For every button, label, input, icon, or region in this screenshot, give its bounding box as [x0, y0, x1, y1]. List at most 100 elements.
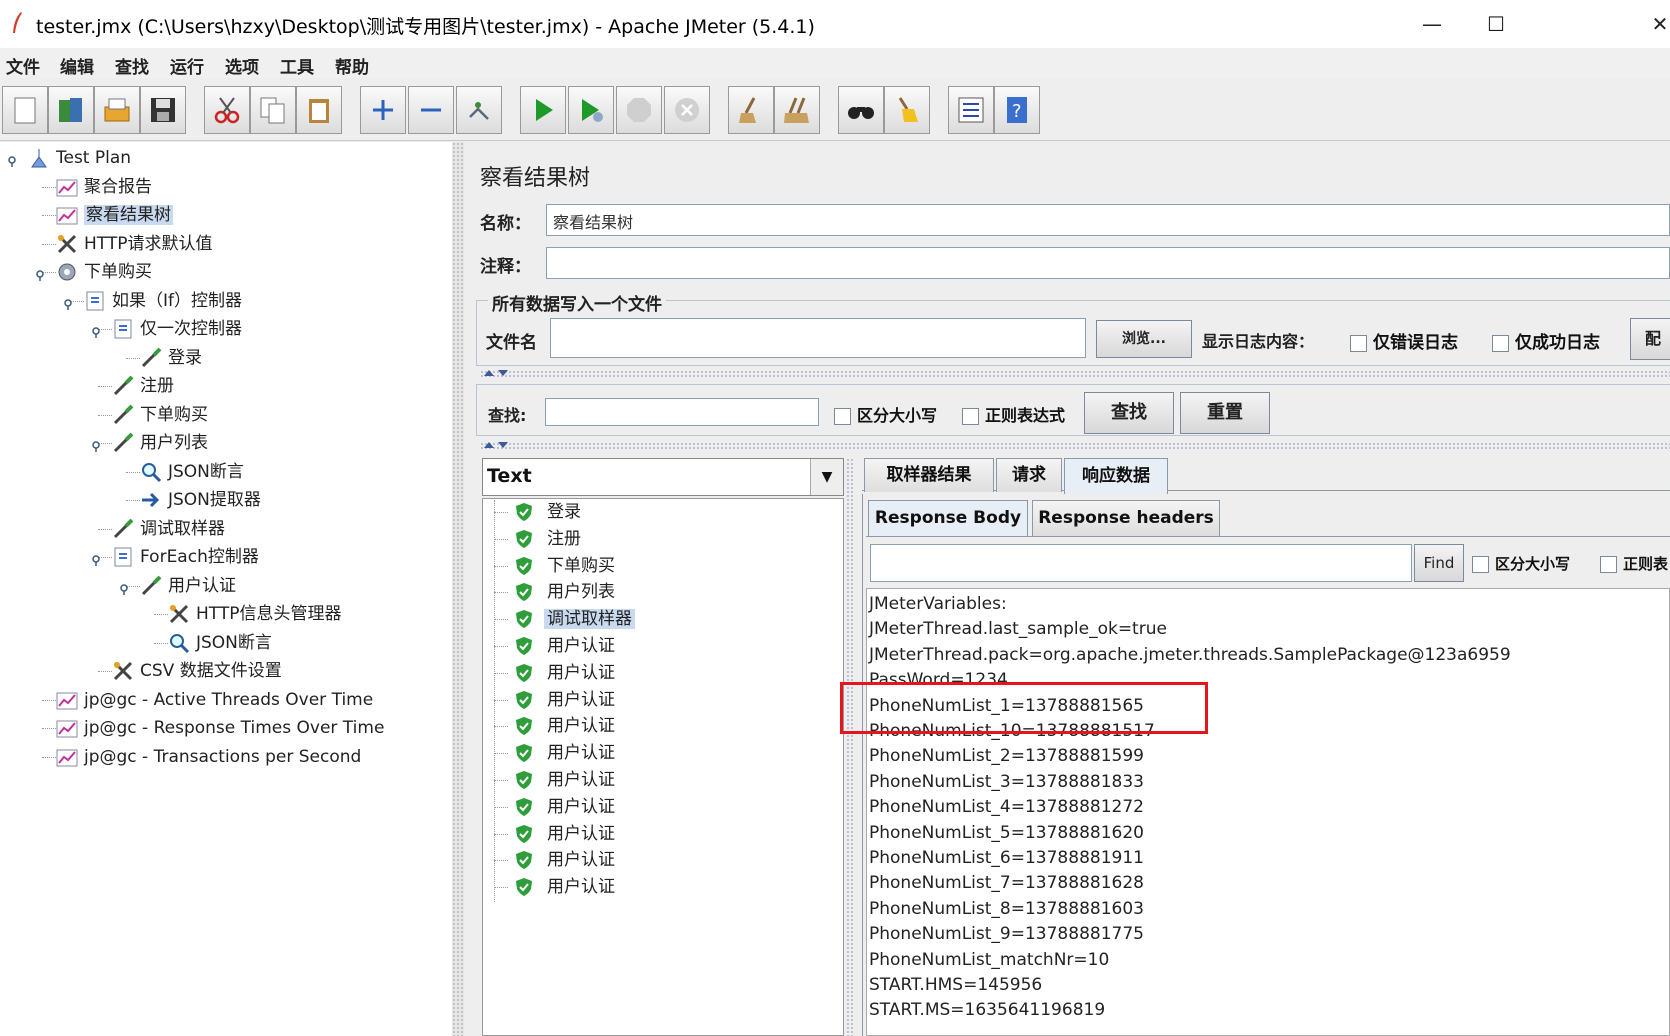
- tree-node[interactable]: 聚合报告: [56, 175, 152, 199]
- name-field[interactable]: 察看结果树: [546, 204, 1670, 236]
- search-button[interactable]: [838, 86, 884, 134]
- menu-edit[interactable]: 编辑: [60, 53, 94, 78]
- result-item[interactable]: 用户认证: [516, 688, 618, 712]
- result-item[interactable]: 用户认证: [516, 768, 618, 792]
- start-button[interactable]: [520, 86, 566, 134]
- menu-options[interactable]: 选项: [225, 53, 259, 78]
- comment-field[interactable]: [546, 247, 1670, 279]
- search-input[interactable]: [545, 398, 819, 426]
- result-item[interactable]: 用户认证: [516, 714, 618, 738]
- cut-button[interactable]: [204, 86, 250, 134]
- tree-node[interactable]: ForEach控制器: [112, 545, 259, 569]
- result-item[interactable]: 用户列表: [516, 580, 618, 604]
- response-body-text[interactable]: JMeterVariables: JMeterThread.last_sample…: [866, 588, 1670, 1036]
- result-item[interactable]: 下单购买: [516, 554, 618, 578]
- tree-node[interactable]: 察看结果树: [56, 203, 173, 227]
- tree-node[interactable]: jp@gc - Active Threads Over Time: [56, 688, 373, 712]
- expand-button[interactable]: [360, 86, 406, 134]
- subtab-response-body[interactable]: Response Body: [868, 500, 1028, 536]
- shutdown-button[interactable]: [664, 86, 710, 134]
- body-case-checkbox[interactable]: 区分大小写: [1472, 553, 1570, 574]
- save-button[interactable]: [140, 86, 186, 134]
- result-splitter[interactable]: [846, 458, 854, 1036]
- success-only-checkbox[interactable]: 仅成功日志: [1492, 328, 1600, 353]
- tree-node[interactable]: jp@gc - Transactions per Second: [56, 745, 361, 769]
- function-helper-button[interactable]: [948, 86, 994, 134]
- result-item[interactable]: 登录: [516, 500, 584, 524]
- split-arrows-icon[interactable]: [482, 368, 512, 378]
- collapse-button[interactable]: [408, 86, 454, 134]
- maximize-button[interactable]: ☐: [1476, 10, 1516, 38]
- reset-button[interactable]: 重置: [1180, 392, 1270, 434]
- tree-expander-icon[interactable]: [92, 552, 102, 566]
- tree-node[interactable]: jp@gc - Response Times Over Time: [56, 716, 384, 740]
- tab-sampler-result[interactable]: 取样器结果: [864, 458, 994, 492]
- find-button[interactable]: 查找: [1084, 392, 1174, 434]
- tree-node[interactable]: CSV 数据文件设置: [112, 659, 282, 683]
- body-case-box[interactable]: [1472, 556, 1489, 573]
- case-sensitive-checkbox[interactable]: 区分大小写: [834, 402, 937, 426]
- tree-node[interactable]: 用户列表: [112, 431, 208, 455]
- result-item[interactable]: 用户认证: [516, 822, 618, 846]
- tree-node[interactable]: 下单购买: [112, 403, 208, 427]
- clear-all-button[interactable]: [774, 86, 820, 134]
- tree-expander-icon[interactable]: [36, 267, 46, 281]
- tree-expander-icon[interactable]: [92, 438, 102, 452]
- tree-node[interactable]: HTTP信息头管理器: [168, 602, 342, 626]
- result-item[interactable]: 用户认证: [516, 741, 618, 765]
- regex-checkbox[interactable]: 正则表达式: [962, 402, 1065, 426]
- tree-node[interactable]: Test Plan: [28, 146, 131, 170]
- body-regex-checkbox[interactable]: 正则表: [1600, 553, 1668, 574]
- close-button[interactable]: ✕: [1640, 10, 1670, 38]
- body-search-input[interactable]: [870, 544, 1412, 582]
- tree-node[interactable]: HTTP请求默认值: [56, 232, 213, 256]
- tree-expander-icon[interactable]: [120, 581, 130, 595]
- start-no-pause-button[interactable]: [568, 86, 614, 134]
- menu-help[interactable]: 帮助: [335, 53, 369, 78]
- tree-node[interactable]: 如果（If）控制器: [84, 289, 242, 313]
- paste-button[interactable]: [296, 86, 342, 134]
- subtab-response-headers[interactable]: Response headers: [1032, 500, 1220, 536]
- result-item[interactable]: 用户认证: [516, 848, 618, 872]
- tree-expander-icon[interactable]: [8, 153, 18, 167]
- result-item[interactable]: 用户认证: [516, 634, 618, 658]
- errors-only-box[interactable]: [1350, 334, 1367, 352]
- tree-expander-icon[interactable]: [92, 324, 102, 338]
- menu-run[interactable]: 运行: [170, 53, 204, 78]
- tree-node[interactable]: JSON断言: [168, 631, 272, 655]
- chevron-down-icon[interactable]: ▼: [810, 459, 843, 495]
- browse-button[interactable]: 浏览...: [1096, 320, 1192, 358]
- menu-file[interactable]: 文件: [6, 53, 40, 78]
- reset-search-button[interactable]: [884, 86, 930, 134]
- result-item[interactable]: 用户认证: [516, 661, 618, 685]
- stop-button[interactable]: [616, 86, 662, 134]
- tree-node[interactable]: 调试取样器: [112, 517, 225, 541]
- case-sensitive-box[interactable]: [834, 408, 851, 425]
- tree-node[interactable]: 仅一次控制器: [112, 317, 242, 341]
- result-item[interactable]: 注册: [516, 527, 584, 551]
- renderer-select[interactable]: Text ▼: [482, 458, 844, 496]
- help-button[interactable]: ?: [994, 86, 1040, 134]
- copy-button[interactable]: [250, 86, 296, 134]
- tree-node[interactable]: JSON提取器: [140, 488, 261, 512]
- filename-field[interactable]: [550, 318, 1086, 358]
- result-item[interactable]: 调试取样器: [516, 607, 635, 631]
- split-divider[interactable]: [480, 370, 1670, 378]
- tree-expander-icon[interactable]: [64, 296, 74, 310]
- errors-only-checkbox[interactable]: 仅错误日志: [1350, 328, 1458, 353]
- menu-search[interactable]: 查找: [115, 53, 149, 78]
- new-button[interactable]: [2, 86, 48, 134]
- open-button[interactable]: [94, 86, 140, 134]
- tab-response-data[interactable]: 响应数据: [1064, 458, 1168, 494]
- regex-box[interactable]: [962, 408, 979, 425]
- success-only-box[interactable]: [1492, 334, 1509, 352]
- clear-button[interactable]: [728, 86, 774, 134]
- vertical-splitter[interactable]: [452, 142, 464, 1036]
- result-item[interactable]: 用户认证: [516, 875, 618, 899]
- toggle-button[interactable]: [456, 86, 502, 134]
- minimize-button[interactable]: —: [1412, 10, 1452, 38]
- templates-button[interactable]: [48, 86, 94, 134]
- split-divider-2[interactable]: [480, 442, 1670, 450]
- tree-node[interactable]: 下单购买: [56, 260, 152, 284]
- result-item[interactable]: 用户认证: [516, 795, 618, 819]
